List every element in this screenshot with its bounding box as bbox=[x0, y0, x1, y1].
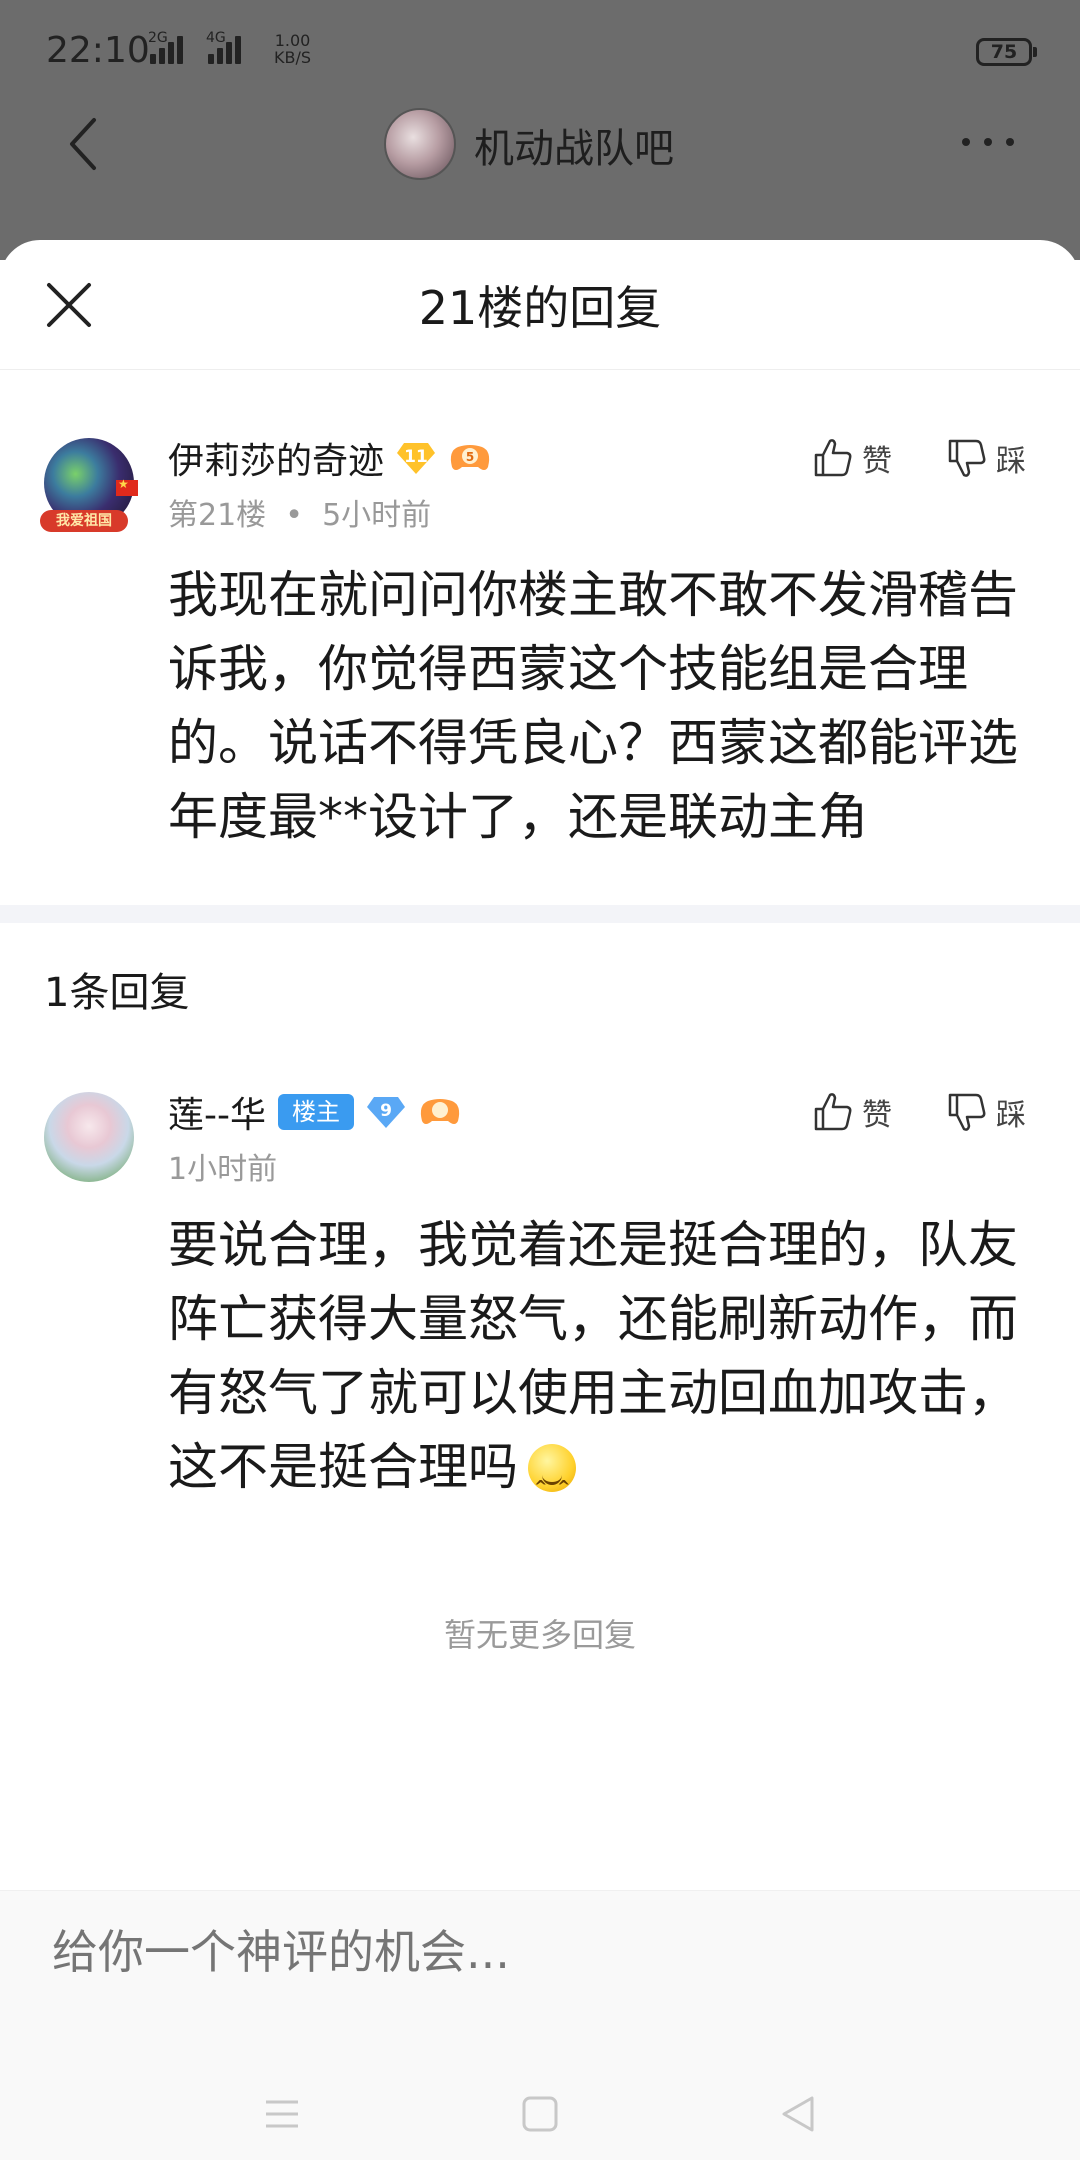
emoji-icon bbox=[528, 1444, 576, 1524]
battery-icon: 75 bbox=[976, 38, 1037, 66]
like-button[interactable]: 赞 bbox=[812, 1090, 892, 1134]
game-controller-icon: 5 bbox=[448, 441, 492, 475]
dislike-button[interactable]: 踩 bbox=[946, 1090, 1026, 1134]
thumb-up-icon bbox=[814, 439, 852, 477]
username[interactable]: 伊莉莎的奇迹 11 5 bbox=[168, 432, 492, 484]
no-more-replies: 暂无更多回复 bbox=[443, 1616, 636, 1654]
system-nav-bar bbox=[0, 2070, 1080, 2160]
like-button[interactable]: 赞 bbox=[812, 436, 892, 480]
signal-icon: 2G bbox=[148, 30, 183, 64]
reply-content: 要说合理，我觉着还是挺合理的，队友阵亡获得大量怒气，还能刷新动作，而有怒气了就可… bbox=[168, 1208, 1048, 1524]
post-time: 5小时前 bbox=[322, 498, 432, 533]
status-bar: 22:10 2G 4G 1.00 KB/S 75 bbox=[0, 0, 1080, 100]
signal-icon: 4G bbox=[206, 30, 241, 64]
svg-text:5: 5 bbox=[466, 450, 474, 464]
more-icon[interactable] bbox=[962, 132, 1022, 152]
flag-icon bbox=[116, 477, 138, 496]
dislike-button[interactable]: 踩 bbox=[946, 436, 1026, 480]
thumb-down-icon bbox=[948, 439, 986, 477]
post-meta: 第21楼 • 5小时前 bbox=[168, 498, 432, 533]
game-controller-icon bbox=[418, 1095, 462, 1129]
sheet-title: 21楼的回复 bbox=[418, 281, 662, 335]
back-icon[interactable] bbox=[56, 114, 116, 174]
forum-title[interactable]: 机动战队吧 bbox=[474, 116, 674, 174]
forum-avatar[interactable] bbox=[384, 108, 456, 180]
home-nav-icon[interactable] bbox=[516, 2090, 564, 2138]
background-page: 22:10 2G 4G 1.00 KB/S 75 机动战队吧 bbox=[0, 0, 1080, 260]
divider bbox=[0, 905, 1080, 923]
reply-time: 1小时前 bbox=[168, 1152, 278, 1187]
diamond-level-icon: 11 bbox=[396, 441, 436, 475]
reply-sheet: 21楼的回复 我爱祖国 伊莉莎的奇迹 11 5 第21楼 bbox=[0, 240, 1080, 2160]
owner-tag: 楼主 bbox=[277, 1094, 354, 1130]
avatar-badge: 我爱祖国 bbox=[40, 510, 128, 532]
post-content: 我现在就问问你楼主敢不敢不发滑稽告诉我，你觉得西蒙这个技能组是合理的。说话不得凭… bbox=[168, 566, 1018, 846]
sheet-header: 21楼的回复 bbox=[0, 240, 1080, 370]
comment-input[interactable] bbox=[52, 1925, 1032, 1979]
username[interactable]: 莲--华 楼主 9 bbox=[168, 1086, 462, 1138]
menu-nav-icon[interactable] bbox=[258, 2090, 306, 2138]
network-speed: 1.00 KB/S bbox=[274, 31, 312, 67]
avatar[interactable] bbox=[44, 1092, 134, 1182]
status-time: 22:10 bbox=[46, 30, 150, 71]
app-bar: 机动战队吧 bbox=[0, 100, 1080, 250]
thumb-up-icon bbox=[814, 1093, 852, 1131]
diamond-level-icon: 9 bbox=[366, 1095, 406, 1129]
back-nav-icon[interactable] bbox=[774, 2090, 822, 2138]
replies-count: 1条回复 bbox=[44, 970, 190, 1016]
thumb-down-icon bbox=[948, 1093, 986, 1131]
floor-number: 第21楼 bbox=[168, 498, 267, 533]
